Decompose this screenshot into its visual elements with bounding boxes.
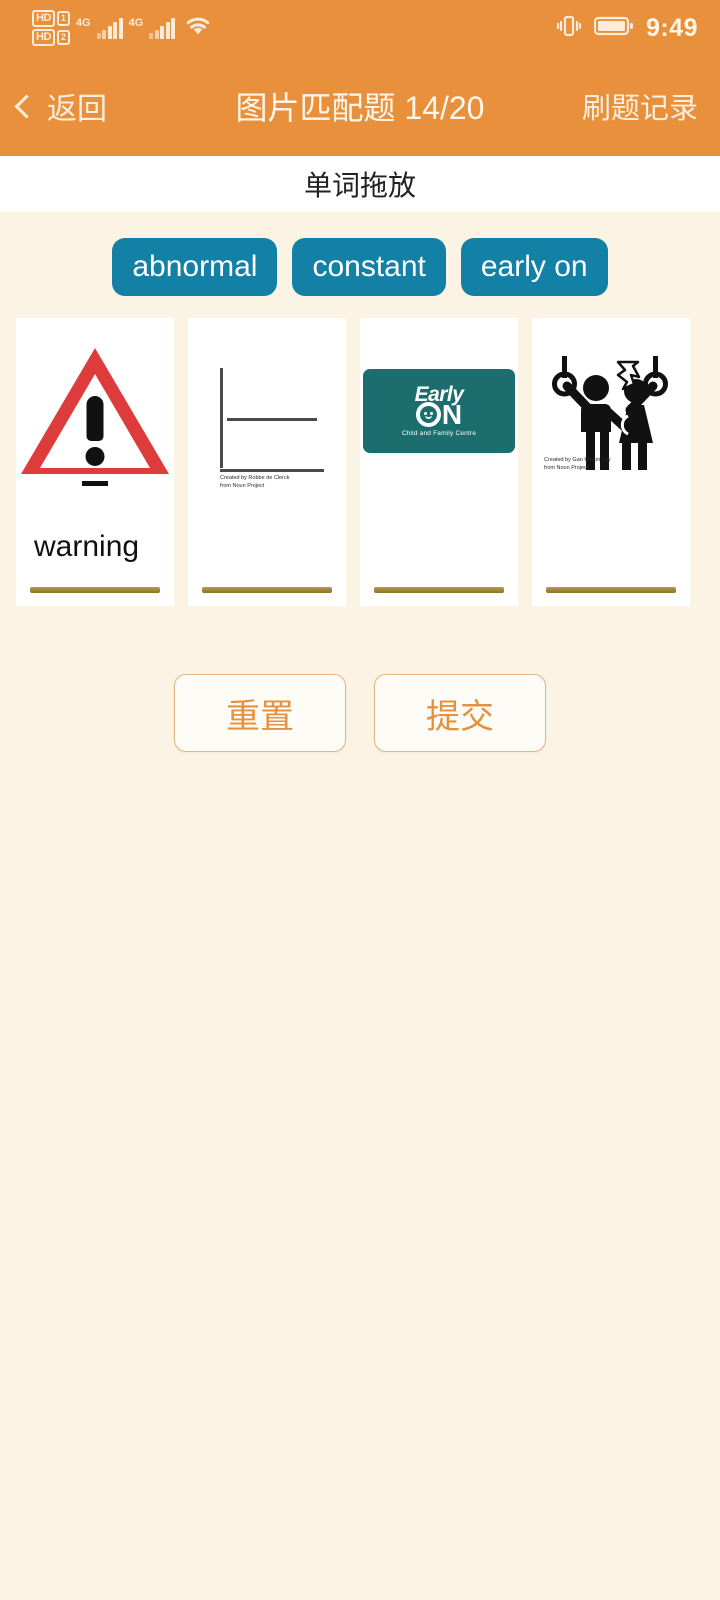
attribution-text-4: Created by Gan Khoon Lay from Noun Proje… [544,457,611,472]
image-card-4[interactable]: Created by Gan Khoon Lay from Noun Proje… [532,318,690,606]
signal-sim1: 4G [76,17,123,39]
action-button-row: 重置 提交 [0,606,720,752]
back-button[interactable]: 返回 [14,84,107,128]
smiley-face-icon [415,402,441,428]
back-button-label: 返回 [47,93,107,126]
signal-bars-2-icon [149,17,176,39]
word-chip-abnormal[interactable]: abnormal [112,238,278,296]
wifi-icon [183,14,213,43]
signal-sim2: 4G [129,17,176,39]
exercise-content: abnormal constant early on warning Creat… [0,212,720,1600]
earlyon-tagline: Child and Family Centre [401,430,477,438]
drop-zone-3[interactable] [374,587,504,593]
network-type-1: 4G [75,17,91,29]
vibrate-icon [556,13,582,44]
word-bank: abnormal constant early on [0,238,720,296]
hd-voice-indicators: HD 1 HD 2 [32,10,70,46]
hd-sim1-indicator: HD 1 [32,10,70,27]
drop-zone-4[interactable] [546,587,676,593]
pregnant-woman-crowded-train-icon: Created by Gan Khoon Lay from Noun Proje… [532,318,690,504]
status-bar-clock: 9:49 [645,13,698,42]
hd-sim2-indicator: HD 2 [32,29,70,46]
image-card-2[interactable]: Created by Robbe de Clerck from Noun Pro… [188,318,346,606]
drop-zone-2[interactable] [202,587,332,593]
image-card-3[interactable]: Early N Child and Family Centre [360,318,518,606]
status-bar-left: HD 1 HD 2 4G 4G [32,10,213,46]
page-title: 图片匹配题 14/20 [235,90,485,126]
battery-full-icon [593,15,634,42]
signal-bars-1-icon [96,17,123,39]
hd-label-2: HD [32,29,55,46]
exercise-mode-label: 单词拖放 [303,170,416,201]
card-answer-1: warning [34,530,140,563]
practice-history-link[interactable]: 刷题记录 [582,85,698,127]
attribution-text-2: Created by Robbe de Clerck from Noun Pro… [220,475,290,490]
subtitle-bar: 单词拖放 [0,156,720,212]
chevron-left-icon [14,93,39,119]
sim-number-1: 1 [56,11,70,26]
earlyon-logo: Early N Child and Family Centre [360,318,518,504]
word-chip-constant[interactable]: constant [292,238,446,296]
status-bar: HD 1 HD 2 4G 4G 9:49 [0,0,720,56]
hd-label-1: HD [32,10,55,27]
image-card-1[interactable]: warning [16,318,174,606]
reset-button[interactable]: 重置 [174,674,346,752]
constant-line-chart-icon: Created by Robbe de Clerck from Noun Pro… [188,318,346,504]
network-type-2: 4G [128,17,144,29]
earlyon-wordmark-on: N [415,400,462,429]
image-card-row: warning Created by Robbe de Clerck from … [0,296,720,606]
status-bar-right: 9:49 [556,13,698,44]
sim-number-2: 2 [56,30,70,45]
warning-triangle-icon [16,318,174,504]
submit-button[interactable]: 提交 [374,674,546,752]
app-header: 返回 图片匹配题 14/20 刷题记录 [0,56,720,156]
word-chip-early-on[interactable]: early on [460,238,608,296]
drop-zone-1[interactable] [30,587,160,593]
